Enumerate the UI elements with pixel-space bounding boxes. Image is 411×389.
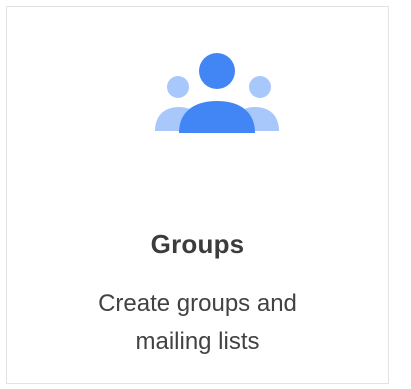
people-group-icon	[149, 51, 285, 141]
card-description: Create groups and mailing lists	[7, 285, 388, 361]
card-title: Groups	[150, 229, 245, 259]
card-description-line: mailing lists	[135, 328, 260, 355]
card-description-line: Create groups and	[98, 290, 297, 317]
groups-card[interactable]: Groups Create groups and mailing lists	[6, 6, 389, 384]
